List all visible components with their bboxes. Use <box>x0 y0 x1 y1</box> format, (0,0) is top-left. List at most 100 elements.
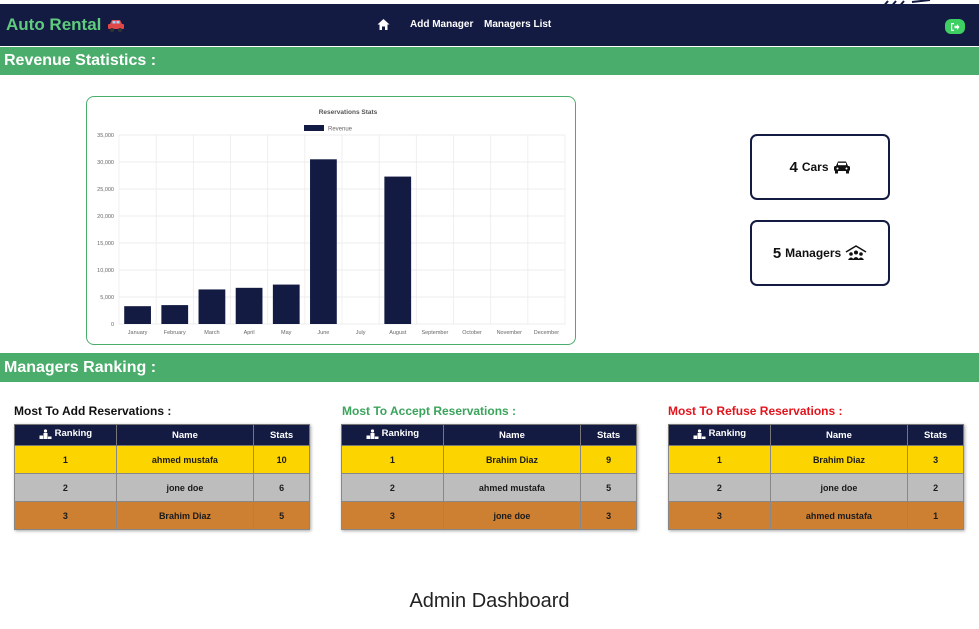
cell-rank: 3 <box>14 501 117 530</box>
cars-count: 4 <box>789 158 798 176</box>
podium-icon <box>39 429 52 439</box>
header-ranking-label: Ranking <box>54 428 93 440</box>
table-row: 1 ahmed mustafa 10 <box>14 445 310 474</box>
cell-rank: 1 <box>14 445 117 474</box>
revenue-chart-card: Reservations Stats Revenue 0 5,000 10,000 15,… <box>86 96 576 345</box>
table-row: 3 Brahim Diaz 5 <box>14 501 310 530</box>
bar-may <box>272 284 300 324</box>
y-tick-label: 0 <box>111 322 114 328</box>
y-tick-label: 15,000 <box>97 241 114 247</box>
bar-march <box>198 289 226 324</box>
brand[interactable]: Auto Rental <box>6 15 125 35</box>
table-row: 2 jone doe 6 <box>14 473 310 502</box>
cell-rank: 3 <box>668 501 771 530</box>
car-icon <box>108 20 125 32</box>
header-name: Name <box>769 424 909 446</box>
cell-stats: 9 <box>580 445 637 474</box>
table-header-row: Ranking Name Stats <box>341 424 637 446</box>
brand-title: Auto Rental <box>6 15 102 34</box>
x-tick-label: September <box>421 330 448 336</box>
header-stats: Stats <box>907 424 964 446</box>
cell-stats: 6 <box>253 473 310 502</box>
cell-rank: 2 <box>14 473 117 502</box>
logout-button[interactable] <box>945 19 965 34</box>
x-tick-label: January <box>128 330 148 336</box>
revenue-section-header: Revenue Statistics : <box>0 47 979 75</box>
cell-name: Brahim Diaz <box>442 445 582 474</box>
header-stats: Stats <box>253 424 310 446</box>
table-row: 1 Brahim Diaz 3 <box>668 445 964 474</box>
y-tick-label: 10,000 <box>97 268 114 274</box>
table-row: 2 jone doe 2 <box>668 473 964 502</box>
header-ranking: Ranking <box>668 424 771 446</box>
cell-stats: 10 <box>253 445 310 474</box>
y-tick-label: 30,000 <box>97 160 114 166</box>
cell-name: jone doe <box>115 473 255 502</box>
x-tick-label: December <box>534 330 560 336</box>
table-row: 3 ahmed mustafa 1 <box>668 501 964 530</box>
x-tick-label: February <box>164 330 186 336</box>
bar-august <box>384 176 412 324</box>
header-name: Name <box>442 424 582 446</box>
chart-title: Reservations Stats <box>319 109 378 116</box>
cars-count-card[interactable]: 4 Cars <box>750 134 890 200</box>
revenue-bar-chart: Reservations Stats Revenue 0 5,000 10,000 15,… <box>97 109 566 336</box>
car-icon <box>833 161 850 174</box>
manager-group-icon <box>845 245 867 260</box>
y-tick-label: 35,000 <box>97 133 114 139</box>
y-tick-label: 20,000 <box>97 214 114 220</box>
header-name: Name <box>115 424 255 446</box>
x-tick-label: June <box>317 330 329 336</box>
x-tick-label: August <box>389 330 407 336</box>
ranking-section-header: Managers Ranking : <box>0 353 979 382</box>
bar-february <box>161 305 189 324</box>
cars-label: Cars <box>801 160 829 174</box>
x-tick-label: May <box>281 330 292 336</box>
cell-name: Brahim Diaz <box>769 445 909 474</box>
table-header-row: Ranking Name Stats <box>14 424 310 446</box>
header-ranking: Ranking <box>14 424 117 446</box>
cell-name: jone doe <box>769 473 909 502</box>
table-row: 2 ahmed mustafa 5 <box>341 473 637 502</box>
bar-april <box>235 287 263 324</box>
table-header-row: Ranking Name Stats <box>668 424 964 446</box>
header-ranking: Ranking <box>341 424 444 446</box>
x-tick-label: October <box>462 330 482 336</box>
table-row: 3 jone doe 3 <box>341 501 637 530</box>
nav-add-manager[interactable]: Add Manager <box>410 19 473 30</box>
accept-ranking-title: Most To Accept Reservations : <box>342 404 517 418</box>
add-ranking-table: Ranking Name Stats 1 ahmed mustafa 10 2 … <box>14 424 310 530</box>
podium-icon <box>693 429 706 439</box>
cell-stats: 1 <box>907 501 964 530</box>
nav-managers-list[interactable]: Managers List <box>484 19 551 30</box>
navbar: Auto Rental Add Manager Managers List <box>0 4 979 46</box>
cell-stats: 5 <box>580 473 637 502</box>
x-tick-label: November <box>497 330 523 336</box>
cell-rank: 1 <box>668 445 771 474</box>
y-tick-label: 25,000 <box>97 187 114 193</box>
bar-january <box>124 306 151 324</box>
cell-name: jone doe <box>442 501 582 530</box>
x-tick-label: April <box>244 330 255 336</box>
y-tick-label: 5,000 <box>100 295 114 301</box>
managers-label: Managers <box>785 246 842 260</box>
logout-icon <box>951 22 960 31</box>
x-tick-label: March <box>204 330 219 336</box>
cell-stats: 2 <box>907 473 964 502</box>
legend-swatch <box>304 125 324 131</box>
cell-rank: 2 <box>341 473 444 502</box>
cell-stats: 3 <box>580 501 637 530</box>
cell-name: ahmed mustafa <box>769 501 909 530</box>
header-stats: Stats <box>580 424 637 446</box>
home-icon[interactable] <box>377 18 390 31</box>
header-ranking-label: Ranking <box>708 428 747 440</box>
cell-stats: 5 <box>253 501 310 530</box>
managers-count-card[interactable]: 5 Managers <box>750 220 890 286</box>
x-tick-label: July <box>356 330 366 336</box>
page-caption: Admin Dashboard <box>409 590 570 612</box>
cell-name: ahmed mustafa <box>115 445 255 474</box>
podium-icon <box>366 429 379 439</box>
accept-ranking-table: Ranking Name Stats 1 Brahim Diaz 9 2 ahm… <box>341 424 637 530</box>
cell-rank: 2 <box>668 473 771 502</box>
add-ranking-title: Most To Add Reservations : <box>14 404 172 418</box>
